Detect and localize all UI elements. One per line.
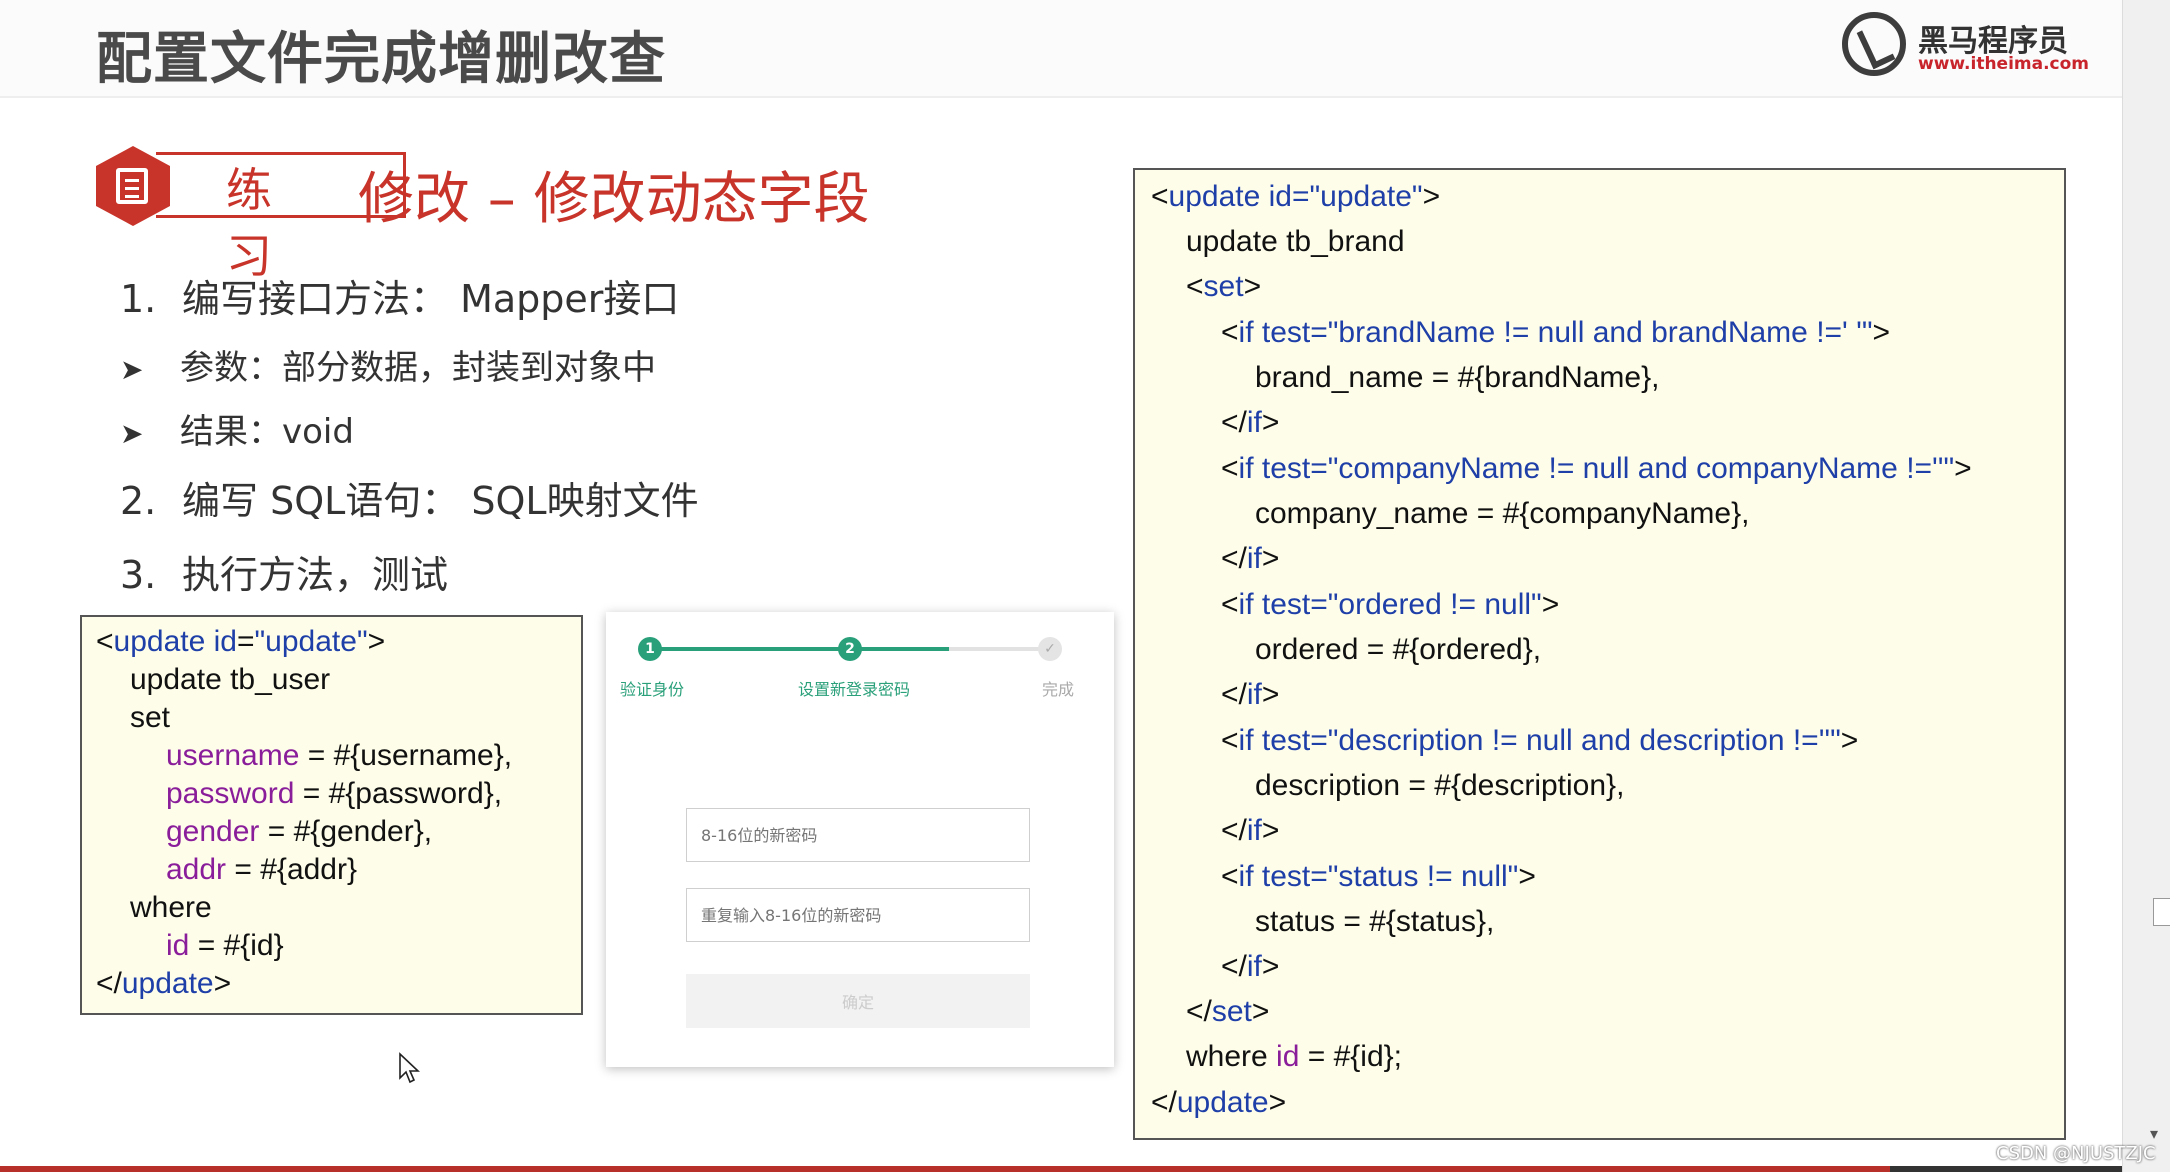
vertical-scrollbar[interactable]: [2122, 0, 2170, 1172]
confirm-button[interactable]: 确定: [686, 974, 1030, 1028]
step-number: 2.: [120, 479, 157, 523]
code-line: </if>: [1221, 814, 1280, 847]
code-line: status = #{status},: [1255, 905, 1495, 938]
new-password-input[interactable]: [686, 808, 1030, 862]
step-item: 3. 执行方法，测试: [120, 544, 448, 599]
code-line: password = #{password},: [166, 777, 503, 810]
step-2-label: 设置新登录密码: [798, 680, 911, 699]
slide-header: 配置文件完成增删改查 黑马程序员 www.itheima.com: [0, 0, 2122, 98]
code-line: <if test="brandName != null and brandNam…: [1221, 316, 1891, 349]
step-text: 执行方法，测试: [182, 553, 449, 597]
step-item: 1. 编写接口方法： Mapper接口: [120, 268, 679, 323]
code-line: <if test="description != null and descri…: [1221, 724, 1859, 757]
code-line: </set>: [1186, 995, 1270, 1028]
code-line: <update id="update">: [96, 625, 386, 658]
code-line: username = #{username},: [166, 739, 513, 772]
scrollbar-thumb[interactable]: [2153, 898, 2170, 926]
section-heading: 修改 – 修改动态字段: [358, 167, 870, 232]
code-line: addr = #{addr}: [166, 853, 358, 886]
step-1-dot: 1: [638, 637, 662, 661]
code-line: gender = #{gender},: [166, 815, 433, 848]
confirm-password-input[interactable]: [686, 888, 1030, 942]
code-line: ordered = #{ordered},: [1255, 633, 1542, 666]
slide-bottom-bar: [0, 1166, 1890, 1172]
code-line: </update>: [96, 967, 232, 1000]
arrow-bullet-icon: ➤: [120, 353, 144, 386]
step-number: 1.: [120, 277, 157, 321]
code-line: where: [130, 891, 212, 924]
check-icon: ✓: [1038, 637, 1062, 661]
code-line: update tb_user: [130, 663, 331, 696]
bullet-item: ➤ 结果：void: [120, 404, 354, 453]
document-icon: [116, 168, 148, 204]
step-2-dot: 2: [838, 637, 862, 661]
code-block-brand-update: <update id="update"> update tb_brand <se…: [1133, 168, 2066, 1140]
code-line: </if>: [1221, 542, 1280, 575]
code-line: description = #{description},: [1255, 769, 1625, 802]
code-line: update tb_brand: [1186, 225, 1405, 258]
code-line: </if>: [1221, 950, 1280, 983]
code-block-user-update: <update id="update"> update tb_user set …: [80, 615, 583, 1015]
itheima-logo: 黑马程序员 www.itheima.com: [1842, 10, 2089, 76]
step-text: 编写接口方法： Mapper接口: [182, 277, 680, 321]
progress-fill: [656, 647, 949, 651]
slide-bottom-bar-dark: [1890, 1166, 2122, 1172]
code-line: </if>: [1221, 678, 1280, 711]
step-text: 编写 SQL语句： SQL映射文件: [182, 479, 699, 523]
step-1-label: 验证身份: [620, 680, 685, 699]
code-line: brand_name = #{brandName},: [1255, 361, 1660, 394]
code-line: <if test="status != null">: [1221, 860, 1536, 893]
scroll-down-arrow-icon[interactable]: ▾: [2150, 1124, 2158, 1143]
bullet-text: 参数：部分数据，封装到对象中: [180, 348, 656, 388]
step-3-label: 完成: [1042, 680, 1075, 699]
code-line: where id = #{id};: [1186, 1040, 1403, 1073]
code-line: <if test="ordered != null">: [1221, 588, 1560, 621]
practice-badge: 练习: [96, 146, 406, 283]
arrow-bullet-icon: ➤: [120, 417, 144, 450]
code-line: <if test="companyName != null and compan…: [1221, 452, 1972, 485]
code-line: company_name = #{companyName},: [1255, 497, 1750, 530]
logo-url: www.itheima.com: [1918, 54, 2090, 74]
horse-logo-icon: [1842, 12, 1906, 76]
bullet-text: 结果：void: [180, 412, 354, 452]
code-line: <set>: [1186, 270, 1262, 303]
code-line: <update id="update">: [1151, 180, 1441, 213]
code-line: </update>: [1151, 1086, 1287, 1119]
code-line: </if>: [1221, 406, 1280, 439]
bullet-item: ➤ 参数：部分数据，封装到对象中: [120, 340, 656, 389]
reset-password-dialog: 1 2 ✓ 验证身份 设置新登录密码 完成 确定: [606, 612, 1114, 1067]
slide-title: 配置文件完成增删改查: [96, 27, 666, 92]
badge-label: 练习: [226, 163, 272, 283]
watermark: CSDN @NJUSTZJC: [1996, 1143, 2156, 1164]
mouse-cursor-icon: [399, 1052, 420, 1084]
step-number: 3.: [120, 553, 157, 597]
code-line: set: [130, 701, 171, 734]
step-item: 2. 编写 SQL语句： SQL映射文件: [120, 470, 699, 525]
slide: 配置文件完成增删改查 黑马程序员 www.itheima.com 练习 修改 –…: [0, 0, 2122, 1172]
code-line: id = #{id}: [166, 929, 284, 962]
